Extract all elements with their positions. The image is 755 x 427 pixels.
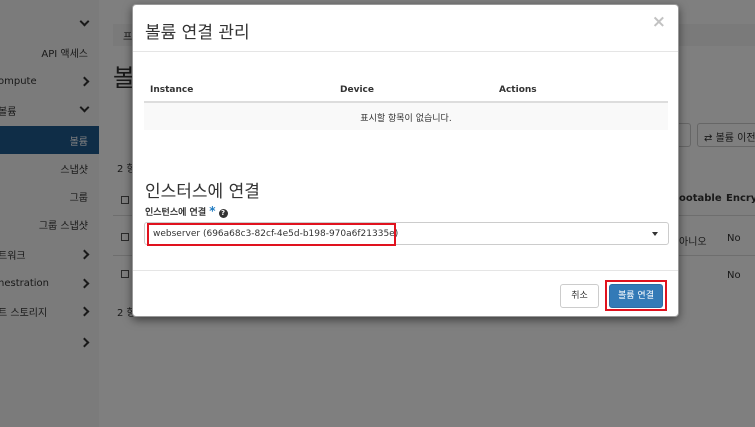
column-header-instance: Instance: [150, 85, 194, 95]
table-header: Instance Device Actions: [144, 77, 668, 103]
highlight-box-select: [147, 223, 396, 246]
highlight-box-button: [605, 280, 667, 311]
field-label-text: 인스턴스에 연결: [145, 208, 207, 218]
cancel-button[interactable]: 취소: [560, 284, 599, 308]
column-header-actions: Actions: [499, 85, 537, 95]
modal-header: 볼륨 연결 관리 ×: [133, 5, 678, 52]
empty-table-message: 표시할 항목이 없습니다.: [144, 103, 668, 130]
attachments-table: Instance Device Actions 표시할 항목이 없습니다.: [144, 77, 668, 130]
required-asterisk: *: [209, 204, 216, 218]
close-icon[interactable]: ×: [652, 14, 666, 31]
modal-title: 볼륨 연결 관리: [145, 23, 250, 43]
column-header-device: Device: [340, 85, 374, 95]
help-icon[interactable]: ?: [218, 209, 228, 218]
manage-attachments-modal: 볼륨 연결 관리 × Instance Device Actions 표시할 항…: [132, 4, 679, 317]
instance-field-label: 인스턴스에 연결 *?: [145, 204, 228, 218]
caret-down-icon: [652, 232, 658, 236]
modal-footer: 취소 볼륨 연결: [133, 270, 678, 316]
section-title: 인스터스에 연결: [145, 182, 260, 202]
